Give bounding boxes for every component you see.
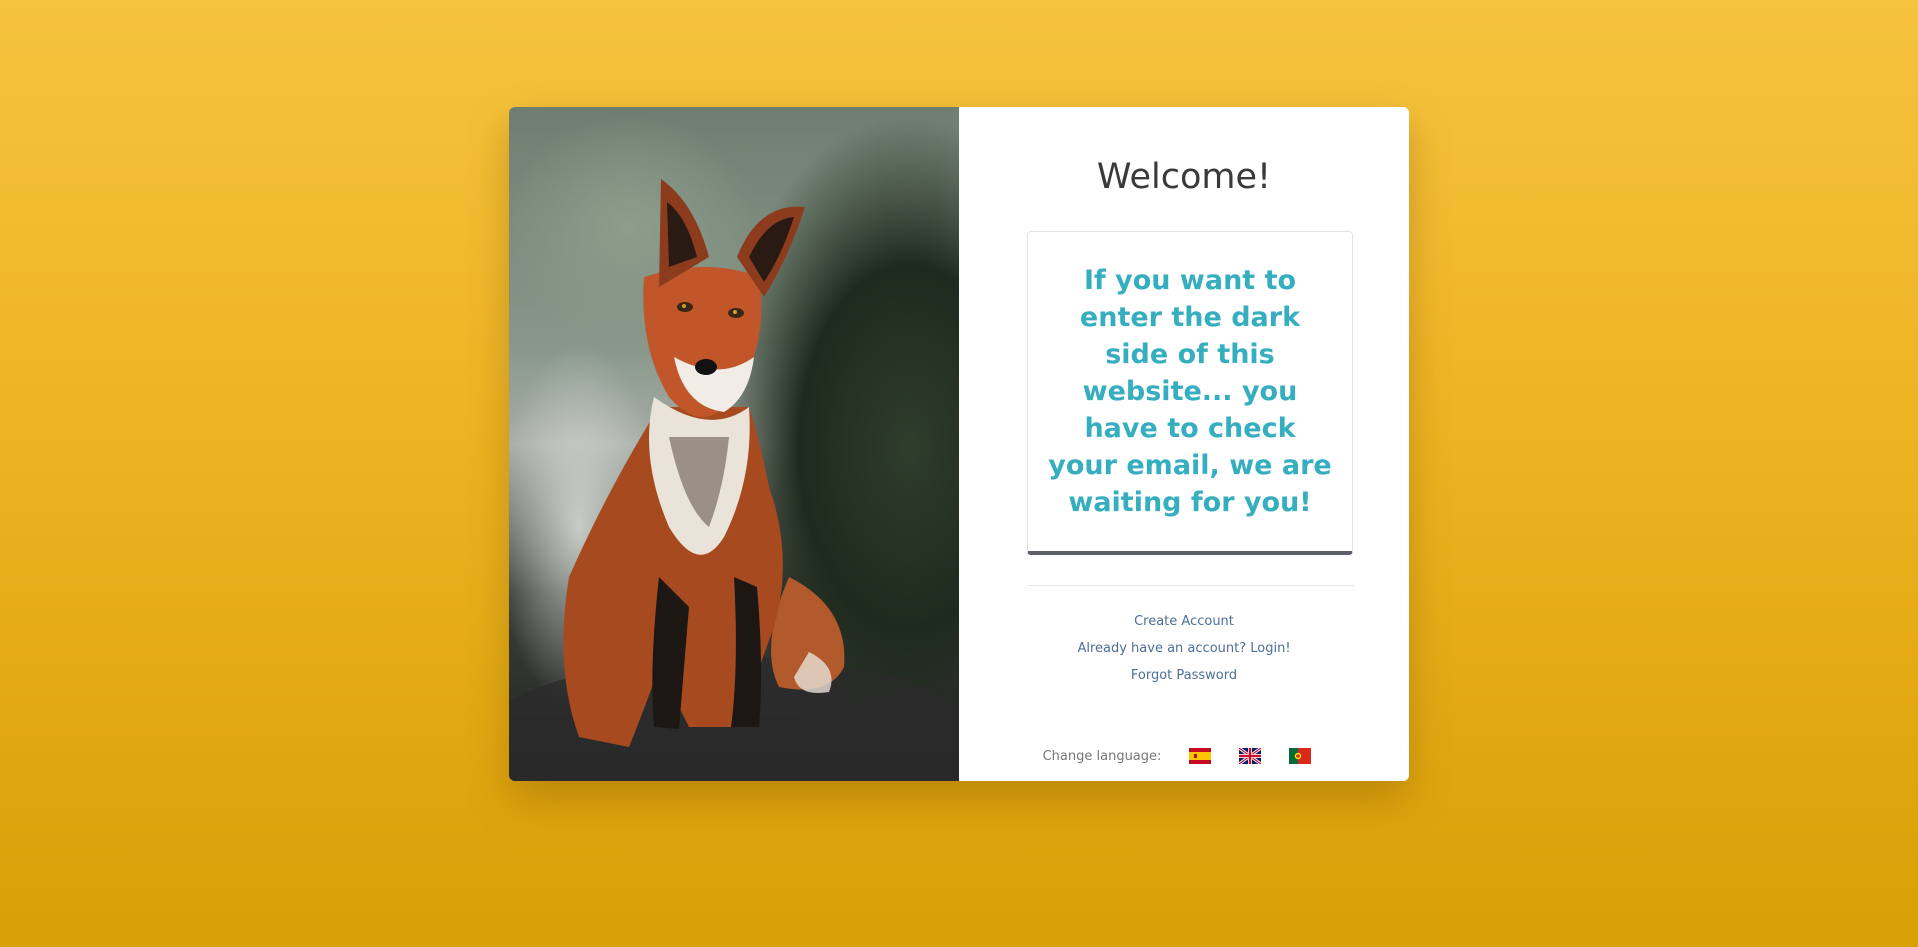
portugal-flag-icon[interactable] — [1289, 748, 1312, 764]
forgot-password-link[interactable]: Forgot Password — [959, 662, 1409, 689]
fox-photo — [509, 107, 959, 781]
login-card: Welcome! If you want to enter the dark s… — [509, 107, 1409, 781]
divider — [1027, 585, 1355, 586]
check-email-message: If you want to enter the dark side of th… — [1048, 265, 1332, 518]
uk-flag-icon[interactable] — [1238, 746, 1263, 766]
create-account-link[interactable]: Create Account — [959, 608, 1409, 635]
account-links: Create Account Already have an account? … — [959, 608, 1409, 689]
fox-illustration — [509, 179, 959, 781]
page-title: Welcome! — [1096, 157, 1272, 197]
change-language-label: Change language: — [1042, 748, 1162, 764]
spain-flag-icon[interactable] — [1189, 748, 1212, 764]
message-box: If you want to enter the dark side of th… — [1027, 231, 1353, 555]
welcome-panel: Welcome! If you want to enter the dark s… — [959, 107, 1409, 781]
login-link[interactable]: Already have an account? Login! — [959, 635, 1409, 662]
language-switcher: Change language: — [959, 746, 1409, 766]
